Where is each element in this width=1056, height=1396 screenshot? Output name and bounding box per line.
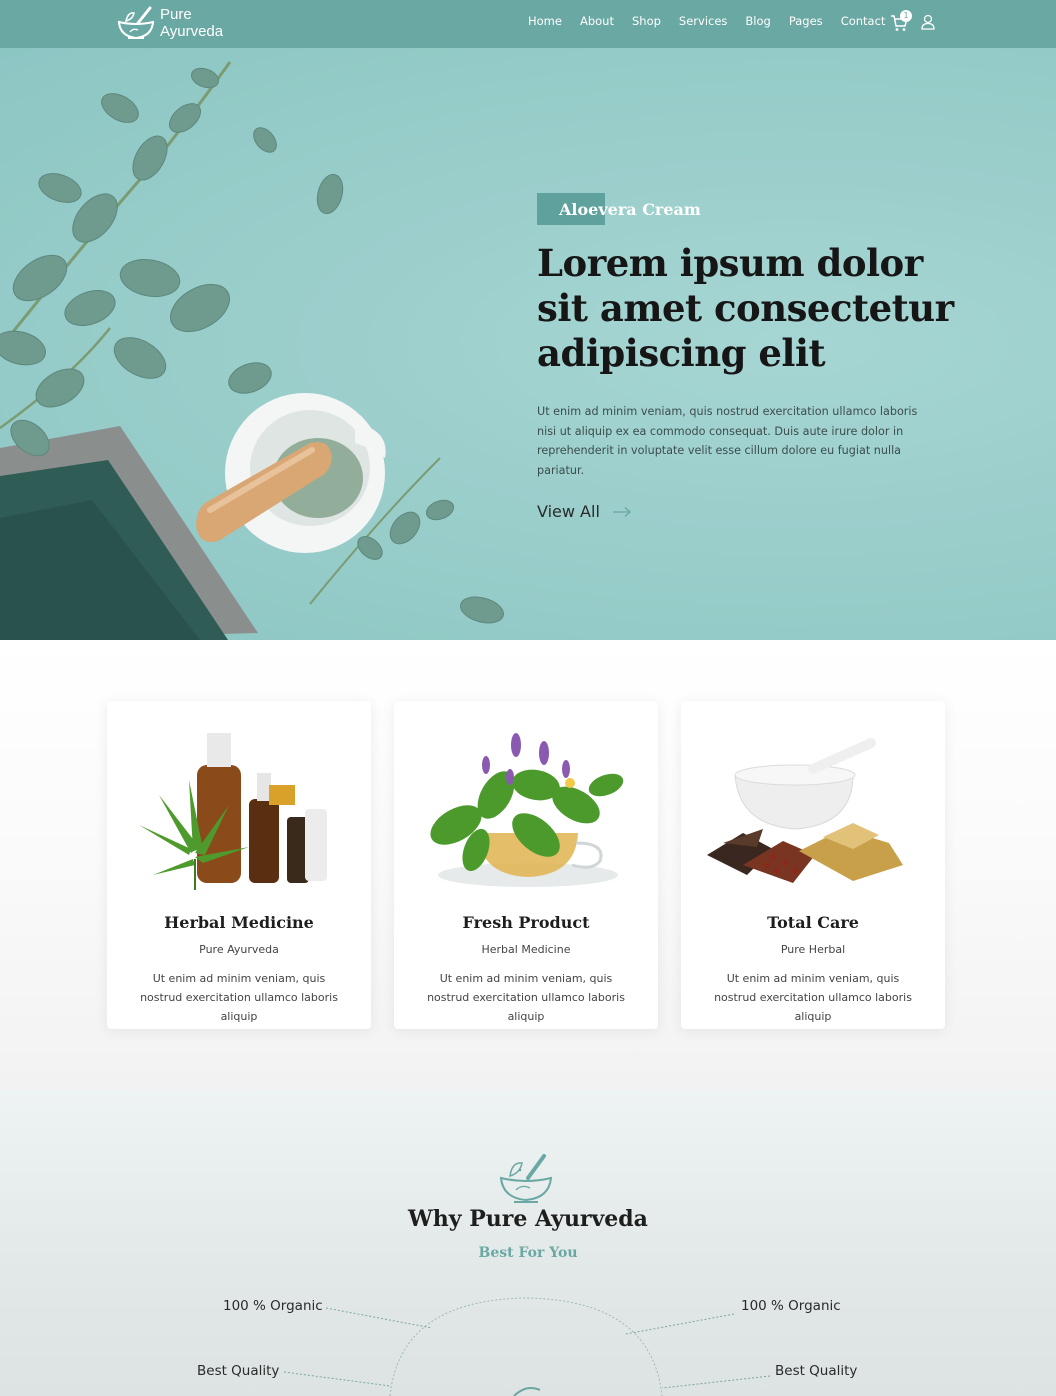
benefit-item-left-1: 100 % Organic (223, 1298, 323, 1314)
feature-card-description: Ut enim ad minim veniam, quis nostrud ex… (140, 972, 338, 1023)
herbal-tea-cup-image (430, 733, 624, 887)
hero-tag: Aloevera Cream (537, 193, 967, 225)
nav-blog[interactable]: Blog (745, 14, 770, 28)
view-all-link[interactable]: View All (537, 502, 967, 521)
arrow-right-icon (612, 506, 631, 517)
why-section: Why Pure Ayurveda Best For You 100 % Org… (0, 1090, 1056, 1396)
feature-card-subtitle: Pure Herbal (780, 943, 846, 956)
nav-about[interactable]: About (580, 14, 614, 28)
brand-name-line1: Pure (160, 6, 192, 23)
mortar-pestle-logo-icon (117, 6, 155, 40)
user-account-icon[interactable] (921, 14, 935, 30)
benefit-item-right-1: 100 % Organic (741, 1298, 841, 1314)
feature-card-description: Ut enim ad minim veniam, quis nostrud ex… (714, 972, 912, 1023)
nav-shop[interactable]: Shop (632, 14, 661, 28)
nav-services[interactable]: Services (679, 14, 728, 28)
feature-card-subtitle: Herbal Medicine (481, 943, 571, 956)
hero-tag-label: Aloevera Cream (559, 200, 701, 219)
hero-content: Aloevera Cream Lorem ipsum dolor sit ame… (537, 193, 967, 521)
brand-logo[interactable]: Pure Ayurveda (116, 4, 223, 42)
view-all-label: View All (537, 502, 600, 521)
feature-card-description: Ut enim ad minim veniam, quis nostrud ex… (427, 972, 625, 1023)
feature-card-subtitle: Pure Ayurveda (199, 943, 279, 956)
nav-pages[interactable]: Pages (789, 14, 823, 28)
cart-count-badge: 1 (900, 10, 912, 22)
main-menu: Home About Shop Services Blog Pages Cont… (528, 14, 903, 28)
brand-name-line2: Ayurveda (160, 23, 224, 40)
mortar-and-spices-image (707, 738, 903, 883)
feature-card-title: Total Care (767, 913, 859, 932)
section-subtitle: Best For You (478, 1245, 578, 1261)
benefit-item-right-2: Best Quality (775, 1363, 858, 1379)
connector-lines (283, 1297, 771, 1396)
hero-banner: Aloevera Cream Lorem ipsum dolor sit ame… (0, 48, 1056, 640)
top-navbar: Pure Ayurveda Home About Shop Services B… (0, 0, 1056, 48)
herbal-still-life-image (0, 61, 504, 640)
nav-home[interactable]: Home (528, 14, 562, 28)
mortar-pestle-icon (499, 1154, 553, 1203)
features-section: Herbal Medicine Pure Ayurveda Ut enim ad… (0, 640, 1056, 1090)
feature-card-fresh-product[interactable]: Fresh Product Herbal Medicine Ut enim ad… (394, 701, 658, 1029)
feature-card-title: Fresh Product (462, 913, 590, 932)
feature-card-title: Herbal Medicine (164, 913, 314, 932)
feature-card-total-care[interactable]: Total Care Pure Herbal Ut enim ad minim … (681, 701, 945, 1029)
feature-card-herbal-medicine[interactable]: Herbal Medicine Pure Ayurveda Ut enim ad… (107, 701, 371, 1029)
benefit-item-left-2: Best Quality (197, 1363, 280, 1379)
section-title: Why Pure Ayurveda (408, 1206, 648, 1232)
herbal-oil-bottles-image (139, 733, 327, 890)
hero-description: Ut enim ad minim veniam, quis nostrud ex… (537, 405, 918, 477)
nav-contact[interactable]: Contact (841, 14, 886, 28)
brand-name: Pure Ayurveda (160, 6, 223, 40)
hero-title: Lorem ipsum dolor sit amet consectetur a… (537, 241, 954, 375)
